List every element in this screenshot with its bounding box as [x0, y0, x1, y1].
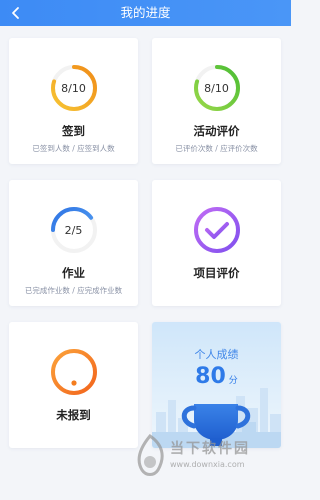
activity-eval-card[interactable]: 8/10 活动评价 已评价次数 / 应评价次数: [152, 38, 281, 164]
project-eval-title: 项目评价: [193, 266, 240, 280]
sign-in-card[interactable]: 8/10 签到 已签到人数 / 应签到人数: [9, 38, 138, 164]
app-header: 我的进度: [0, 0, 291, 26]
watermark-logo-icon: [137, 434, 164, 476]
homework-title: 作业: [62, 266, 85, 280]
score-value: 80: [195, 364, 226, 389]
absent-title: 未报到: [56, 408, 91, 422]
score-row: 80 分: [152, 364, 281, 389]
watermark: 当下软件园 www.downxia.com: [132, 430, 282, 490]
watermark-title: 当下软件园: [170, 441, 250, 457]
sign-in-subtitle: 已签到人数 / 应签到人数: [32, 144, 115, 153]
exclamation-icon: [50, 349, 97, 395]
score-unit: 分: [228, 376, 238, 386]
homework-progress-text: 2/5: [64, 224, 83, 237]
sign-in-title: 签到: [62, 124, 85, 138]
activity-eval-title: 活动评价: [193, 124, 240, 138]
homework-card[interactable]: 2/5 作业 已完成作业数 / 应完成作业数: [9, 180, 138, 306]
sign-in-progress-text: 8/10: [61, 82, 86, 95]
project-eval-card[interactable]: 项目评价: [152, 180, 281, 306]
page-title: 我的进度: [120, 5, 171, 20]
activity-eval-subtitle: 已评价次数 / 应评价次数: [175, 144, 258, 153]
homework-subtitle: 已完成作业数 / 应完成作业数: [24, 286, 123, 295]
absent-card[interactable]: 未报到: [9, 322, 138, 448]
watermark-url: www.downxia.com: [170, 460, 245, 469]
score-label: 个人成绩: [194, 348, 239, 361]
activity-eval-progress-text: 8/10: [204, 82, 229, 95]
check-icon: [193, 207, 240, 253]
